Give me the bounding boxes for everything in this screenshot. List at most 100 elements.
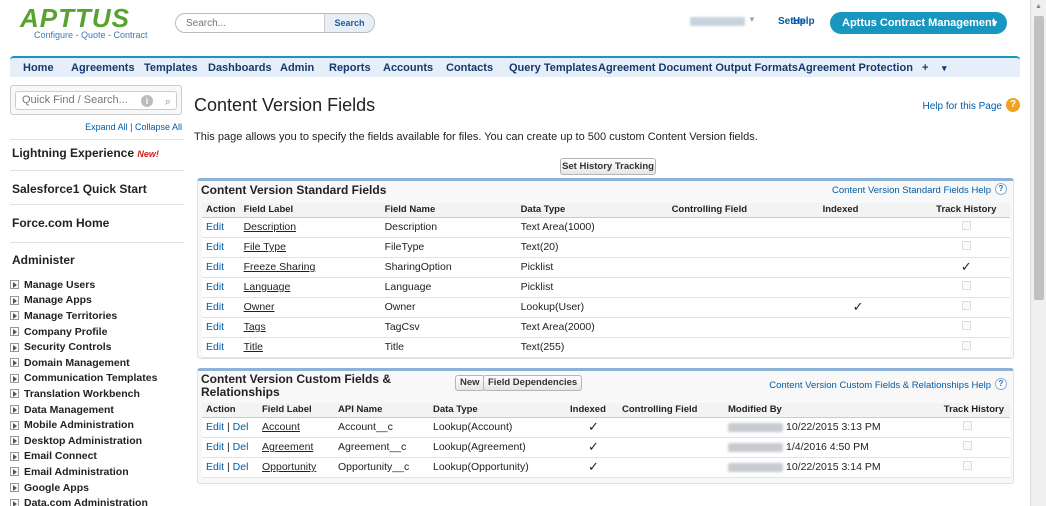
search-icon[interactable]: ⌕	[165, 94, 171, 111]
custom-fields-help-link[interactable]: Content Version Custom Fields & Relation…	[769, 380, 991, 391]
col-indexed[interactable]: Indexed	[566, 403, 618, 418]
field-label-link[interactable]: Owner	[244, 301, 275, 313]
quick-find-input[interactable]: Quick Find / Search... i ⌕	[15, 91, 177, 110]
col-data-type[interactable]: Data Type	[516, 203, 668, 218]
field-label-link[interactable]: Tags	[244, 321, 266, 333]
expand-icon[interactable]	[10, 451, 19, 461]
sidebar-item-translation-workbench[interactable]: Translation Workbench	[10, 386, 184, 402]
field-label-link[interactable]: Description	[244, 221, 297, 233]
tab-agreement-protection[interactable]: Agreement Protection	[798, 62, 913, 74]
user-menu-name[interactable]	[690, 17, 745, 26]
tab-dashboards[interactable]: Dashboards	[208, 62, 272, 74]
sidebar-item-google-apps[interactable]: Google Apps	[10, 480, 184, 496]
edit-link[interactable]: Edit	[206, 241, 224, 253]
edit-link[interactable]: Edit	[206, 321, 224, 333]
expand-icon[interactable]	[10, 327, 19, 337]
app-switcher-button[interactable]: Apttus Contract Management ▾	[830, 12, 1007, 34]
standard-fields-help-link[interactable]: Content Version Standard Fields Help	[832, 185, 991, 196]
chevron-down-icon[interactable]: ▾	[942, 63, 947, 74]
expand-icon[interactable]	[10, 436, 19, 446]
field-label-link[interactable]: File Type	[244, 241, 286, 253]
edit-link[interactable]: Edit	[206, 261, 224, 273]
help-icon[interactable]: ?	[995, 183, 1007, 195]
expand-icon[interactable]	[10, 358, 19, 368]
sidebar-item-mobile-administration[interactable]: Mobile Administration	[10, 417, 184, 433]
col-controlling-field[interactable]: Controlling Field	[667, 203, 819, 218]
help-for-this-page-link[interactable]: Help for this Page	[923, 101, 1003, 112]
sidebar-item-manage-apps[interactable]: Manage Apps	[10, 293, 184, 309]
expand-all-link[interactable]: Expand All	[85, 122, 128, 132]
tab-templates[interactable]: Templates	[144, 62, 198, 74]
expand-icon[interactable]	[10, 311, 19, 321]
field-dependencies-button[interactable]: Field Dependencies	[483, 375, 583, 391]
edit-link[interactable]: Edit	[206, 441, 224, 453]
sidebar-item-datacom-administration[interactable]: Data.com Administration	[10, 495, 184, 506]
modified-by-user[interactable]	[728, 422, 783, 432]
expand-icon[interactable]	[10, 467, 19, 477]
sidebar-item-email-administration[interactable]: Email Administration	[10, 464, 184, 480]
sidebar-item-company-profile[interactable]: Company Profile	[10, 324, 184, 340]
expand-icon[interactable]	[10, 405, 19, 415]
vertical-scrollbar[interactable]: ▲	[1030, 0, 1046, 506]
expand-icon[interactable]	[10, 498, 19, 506]
help-icon[interactable]: ?	[1006, 98, 1020, 112]
sidebar-item-security-controls[interactable]: Security Controls	[10, 339, 184, 355]
tab-admin[interactable]: Admin	[280, 62, 314, 74]
sidebar-force-home[interactable]: Force.com Home	[10, 204, 184, 240]
collapse-all-link[interactable]: Collapse All	[135, 122, 182, 132]
tab-agreements[interactable]: Agreements	[71, 62, 135, 74]
info-icon[interactable]: i	[141, 95, 153, 107]
col-field-label[interactable]: Field Label	[239, 203, 381, 218]
field-label-link[interactable]: Freeze Sharing	[244, 261, 316, 273]
edit-link[interactable]: Edit	[206, 461, 224, 473]
expand-icon[interactable]	[10, 483, 19, 493]
field-label-link[interactable]: Agreement	[262, 441, 313, 453]
new-field-button[interactable]: New	[455, 375, 485, 391]
col-modified-by[interactable]: Modified By	[724, 403, 938, 418]
search-input[interactable]	[176, 14, 326, 32]
expand-icon[interactable]	[10, 420, 19, 430]
col-field-label[interactable]: Field Label	[258, 403, 334, 418]
tab-reports[interactable]: Reports	[329, 62, 371, 74]
sidebar-item-email-connect[interactable]: Email Connect	[10, 449, 184, 465]
set-history-tracking-button[interactable]: Set History Tracking	[560, 158, 656, 175]
edit-link[interactable]: Edit	[206, 421, 224, 433]
modified-by-user[interactable]	[728, 442, 783, 452]
col-track-history[interactable]: Track History	[922, 203, 1010, 218]
scroll-thumb[interactable]	[1034, 16, 1044, 300]
delete-link[interactable]: Del	[233, 461, 249, 473]
col-data-type[interactable]: Data Type	[429, 403, 566, 418]
field-label-link[interactable]: Opportunity	[262, 461, 316, 473]
sidebar-item-desktop-administration[interactable]: Desktop Administration	[10, 433, 184, 449]
user-menu-caret-icon[interactable]: ▼	[748, 15, 756, 24]
tab-accounts[interactable]: Accounts	[383, 62, 433, 74]
field-label-link[interactable]: Title	[244, 341, 263, 353]
expand-icon[interactable]	[10, 342, 19, 352]
field-label-link[interactable]: Language	[244, 281, 291, 293]
modified-by-user[interactable]	[728, 462, 783, 472]
delete-link[interactable]: Del	[233, 441, 249, 453]
tab-agreement-output-formats[interactable]: Agreement Document Output Formats	[598, 62, 798, 74]
sidebar-item-communication-templates[interactable]: Communication Templates	[10, 371, 184, 387]
tab-home[interactable]: Home	[23, 62, 54, 74]
apttus-logo[interactable]: APTTUS Configure - Quote - Contract	[20, 5, 148, 40]
col-api-name[interactable]: API Name	[334, 403, 429, 418]
col-field-name[interactable]: Field Name	[380, 203, 517, 218]
help-icon[interactable]: ?	[995, 378, 1007, 390]
search-button[interactable]: Search	[324, 14, 374, 32]
expand-icon[interactable]	[10, 295, 19, 305]
sidebar-item-manage-users[interactable]: Manage Users	[10, 277, 184, 293]
sidebar-lightning-experience[interactable]: Lightning Experience New!	[10, 139, 184, 167]
expand-icon[interactable]	[10, 280, 19, 290]
help-link-header[interactable]: Help	[793, 16, 815, 27]
expand-icon[interactable]	[10, 373, 19, 383]
expand-icon[interactable]	[10, 389, 19, 399]
edit-link[interactable]: Edit	[206, 281, 224, 293]
edit-link[interactable]: Edit	[206, 221, 224, 233]
edit-link[interactable]: Edit	[206, 341, 224, 353]
sidebar-salesforce1-quick-start[interactable]: Salesforce1 Quick Start	[10, 170, 184, 204]
tab-contacts[interactable]: Contacts	[446, 62, 493, 74]
sidebar-item-domain-management[interactable]: Domain Management	[10, 355, 184, 371]
col-track-history[interactable]: Track History	[938, 403, 1010, 418]
scroll-up-arrow-icon[interactable]: ▲	[1035, 3, 1042, 10]
